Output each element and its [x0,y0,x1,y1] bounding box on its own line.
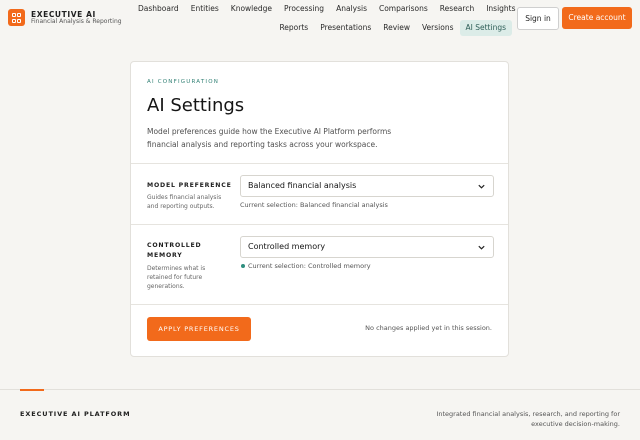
nav-entities[interactable]: Entities [185,4,225,13]
create-account-button[interactable]: Create account [562,7,632,29]
footer-accent-line [20,389,44,391]
nav-review[interactable]: Review [377,20,416,36]
brand-subtitle: Financial Analysis & Reporting [31,18,122,25]
status-dot-icon [241,264,245,268]
logo-icon [8,9,25,26]
nav-knowledge[interactable]: Knowledge [225,4,278,13]
primary-nav: Dashboard Entities Knowledge Processing … [132,4,522,13]
nav-insights[interactable]: Insights [480,4,521,13]
nav-analysis[interactable]: Analysis [330,4,373,13]
chevron-down-icon [478,245,485,250]
nav-reports[interactable]: Reports [273,20,314,36]
page-title: AI Settings [147,95,245,116]
ai-settings-card: AI CONFIGURATION AI Settings Model prefe… [130,61,509,357]
page-description: Model preferences guide how the Executiv… [147,127,392,149]
nav-research[interactable]: Research [434,4,480,13]
chevron-down-icon [478,184,485,189]
divider [131,224,508,225]
sign-in-button[interactable]: Sign in [517,7,559,30]
model-preference-value: Balanced financial analysis [248,181,357,190]
status-message: No changes applied yet in this session. [365,324,492,332]
model-current-selection: Current selection: Balanced financial an… [240,201,388,209]
controlled-memory-select[interactable]: Controlled memory [240,236,494,258]
top-bar: EXECUTIVE AI Financial Analysis & Report… [0,0,640,40]
controlled-memory-help: Determines what is retained for future g… [147,265,206,290]
footer-brand: EXECUTIVE AI PLATFORM [20,410,131,418]
model-preference-help: Guides financial analysis and reporting … [147,194,222,210]
page-footer: EXECUTIVE AI PLATFORM Integrated financi… [0,389,640,440]
nav-ai-settings[interactable]: AI Settings [459,20,512,36]
nav-dashboard[interactable]: Dashboard [132,4,185,13]
eyebrow-label: AI CONFIGURATION [147,79,220,85]
memory-current-selection: Current selection: Controlled memory [248,262,371,270]
divider [131,163,508,164]
model-preference-select[interactable]: Balanced financial analysis [240,175,494,197]
controlled-memory-label: CONTROLLED MEMORY [147,242,202,259]
nav-versions[interactable]: Versions [416,20,460,36]
nav-comparisons[interactable]: Comparisons [373,4,434,13]
secondary-nav: Reports Presentations Review Versions AI… [273,20,512,36]
nav-processing[interactable]: Processing [278,4,330,13]
footer-tagline: Integrated financial analysis, research,… [436,410,620,428]
apply-preferences-button[interactable]: APPLY PREFERENCES [147,317,251,341]
controlled-memory-value: Controlled memory [248,242,326,251]
divider [131,304,508,305]
nav-presentations[interactable]: Presentations [314,20,377,36]
model-preference-label: MODEL PREFERENCE [147,182,232,189]
